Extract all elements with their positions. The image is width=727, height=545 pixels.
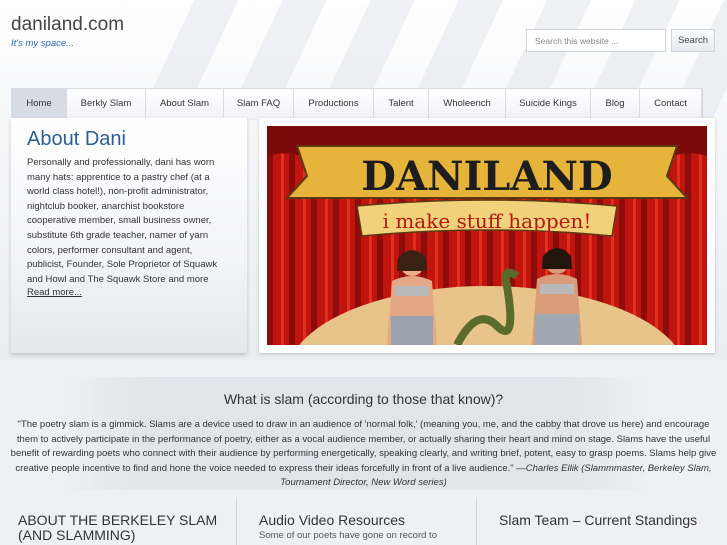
slam-quote: "The poetry slam is a gimmick. Slams are…: [10, 418, 717, 491]
nav-item-contact[interactable]: Contact: [640, 89, 702, 119]
nav-item-productions[interactable]: Productions: [294, 89, 374, 119]
col-audio-video-title[interactable]: Audio Video Resources: [259, 513, 459, 528]
nav-item-blog[interactable]: Blog: [591, 89, 640, 119]
nav-item-wholeench[interactable]: Wholeench: [429, 89, 506, 119]
nav-item-talent[interactable]: Talent: [374, 89, 429, 119]
banner-subtitle: i make stuff happen!: [383, 209, 592, 233]
daniland-banner-image[interactable]: DANILAND i make stuff happen!: [267, 126, 707, 345]
search-button[interactable]: Search: [671, 29, 715, 52]
main-nav: Home Berkly Slam About Slam Slam FAQ Pro…: [11, 88, 703, 119]
col-about-berkeley-title[interactable]: ABOUT THE BERKELEY SLAM (AND SLAMMING): [18, 513, 218, 543]
banner-title: DANILAND: [361, 153, 612, 200]
column-divider: [236, 497, 237, 545]
col-slam-team-title[interactable]: Slam Team – Current Standings: [499, 513, 699, 528]
column-divider: [476, 497, 477, 545]
about-panel: About Dani Personally and professionally…: [11, 118, 247, 353]
nav-item-home[interactable]: Home: [12, 89, 67, 119]
about-text: Personally and professionally, dani has …: [27, 157, 218, 285]
col-audio-video-text: Some of our poets have gone on record to: [259, 530, 437, 541]
banner-frame: DANILAND i make stuff happen!: [259, 118, 715, 353]
about-title: About Dani: [27, 128, 126, 150]
nav-item-about-slam[interactable]: About Slam: [146, 89, 224, 119]
search-input[interactable]: [526, 29, 666, 52]
site-title[interactable]: daniland.com: [11, 14, 124, 36]
site-tagline: It's my space...: [11, 38, 75, 49]
nav-item-suicide-kings[interactable]: Suicide Kings: [506, 89, 591, 119]
slam-title: What is slam (according to those that kn…: [223, 391, 504, 407]
read-more-link[interactable]: Read more...: [27, 287, 231, 298]
nav-item-slam-faq[interactable]: Slam FAQ: [224, 89, 294, 119]
nav-item-berkly-slam[interactable]: Berkly Slam: [67, 89, 146, 119]
